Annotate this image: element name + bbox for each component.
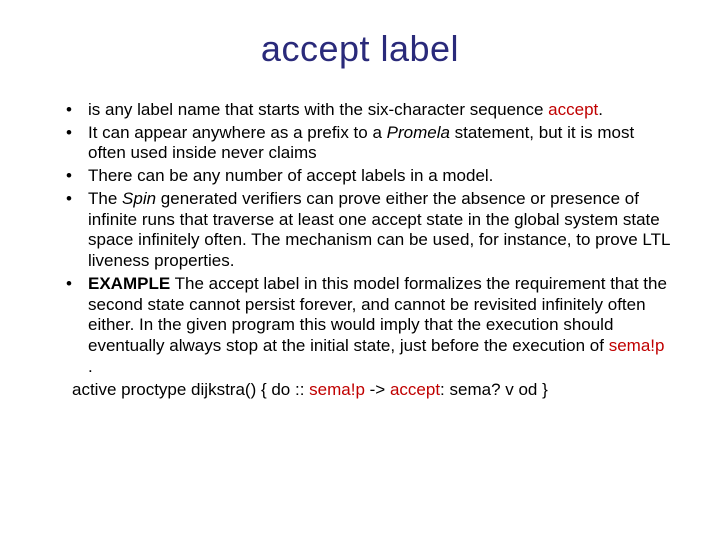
keyword-accept: accept (548, 100, 598, 119)
keyword-sema: sema!p (309, 380, 365, 399)
bullet-item-1: is any label name that starts with the s… (60, 100, 670, 121)
bullet-item-2: It can appear anywhere as a prefix to a … (60, 123, 670, 164)
keyword-sema: sema!p (609, 336, 665, 355)
emph-spin: Spin (122, 189, 156, 208)
code-text: active proctype dijkstra() { do :: (72, 380, 309, 399)
slide-title: accept label (40, 28, 680, 70)
text: There can be any number of accept labels… (88, 166, 493, 185)
bullet-list: is any label name that starts with the s… (40, 100, 680, 378)
keyword-accept: accept (390, 380, 440, 399)
text: It can appear anywhere as a prefix to a (88, 123, 387, 142)
code-text: -> (365, 380, 390, 399)
bullet-item-4: The Spin generated verifiers can prove e… (60, 189, 670, 272)
code-line: active proctype dijkstra() { do :: sema!… (40, 380, 680, 401)
text: . (88, 357, 93, 376)
text: . (598, 100, 603, 119)
example-label: EXAMPLE (88, 274, 170, 293)
slide: accept label is any label name that star… (0, 0, 720, 540)
text: The accept label in this model formalize… (88, 274, 667, 355)
text: generated verifiers can prove either the… (88, 189, 670, 270)
emph-promela: Promela (387, 123, 450, 142)
bullet-item-5: EXAMPLE The accept label in this model f… (60, 274, 670, 378)
text: The (88, 189, 122, 208)
code-text: : sema? v od } (440, 380, 548, 399)
text: is any label name that starts with the s… (88, 100, 548, 119)
bullet-item-3: There can be any number of accept labels… (60, 166, 670, 187)
